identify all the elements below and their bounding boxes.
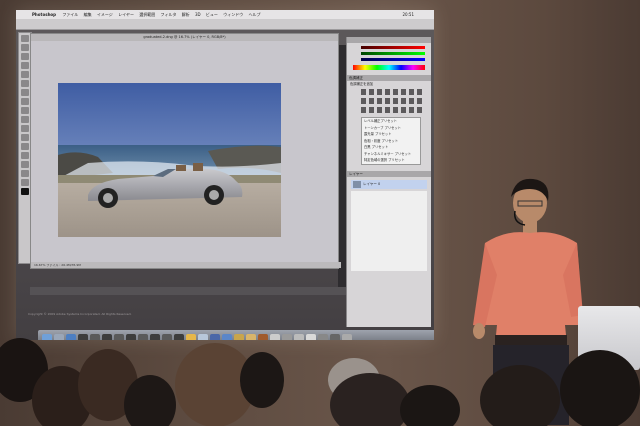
- menu-item: ヘルプ: [248, 12, 261, 17]
- layers-empty-area: [351, 190, 427, 271]
- menubar-clock: 20:51: [402, 12, 414, 17]
- blue-slider: [361, 58, 425, 61]
- zoom-tool-icon: [21, 179, 29, 186]
- audience: [0, 330, 640, 426]
- layer-thumbnail: [353, 180, 361, 188]
- adjustment-icons-row-1: [361, 89, 425, 95]
- copyright-text: Copyright © 2009 Adobe Systems Incorpora…: [28, 312, 132, 316]
- car-photo: [58, 83, 281, 237]
- document-window: graduated-2.dng @ 16.7% (レイヤー 0, RGB/8*): [30, 33, 341, 269]
- color-panel-title: [347, 37, 431, 43]
- wand-tool-icon: [21, 62, 29, 69]
- app-menu: Photoshop: [32, 12, 57, 17]
- color-swatch-icon: [21, 188, 29, 195]
- layer-row: レイヤー 0: [351, 179, 427, 189]
- red-slider: [361, 46, 425, 49]
- lasso-tool-icon: [21, 53, 29, 60]
- menu-item: 編集: [83, 12, 92, 17]
- move-tool-icon: [21, 35, 29, 42]
- dodge-tool-icon: [21, 125, 29, 132]
- marquee-tool-icon: [21, 44, 29, 51]
- document-status: 16.67% ファイル : 26.4M/35.9M: [31, 262, 341, 268]
- adjustment-icons-row-2: [361, 98, 425, 104]
- crop-tool-icon: [21, 71, 29, 78]
- layers-panel: レイヤー レイヤー 0: [347, 170, 431, 271]
- menu-item: フィルタ: [160, 12, 177, 17]
- layers-panel-title: レイヤー: [347, 170, 431, 177]
- menu-item: 3D: [195, 12, 201, 17]
- menu-item: ビュー: [205, 12, 218, 17]
- photo-scene: Photoshop ファイル 編集 イメージ レイヤー 選択範囲 フィルタ 解析…: [0, 0, 640, 426]
- menu-bar: Photoshop ファイル 編集 イメージ レイヤー 選択範囲 フィルタ 解析…: [16, 10, 434, 19]
- type-tool-icon: [21, 143, 29, 150]
- document-title: graduated-2.dng @ 16.7% (レイヤー 0, RGB/8*): [31, 34, 338, 41]
- eyedropper-tool-icon: [21, 80, 29, 87]
- history-strip: [30, 287, 364, 295]
- gradient-tool-icon: [21, 116, 29, 123]
- menu-item: イメージ: [96, 12, 113, 17]
- layer-name: レイヤー 0: [363, 181, 381, 186]
- brush-tool-icon: [21, 89, 29, 96]
- panels-dock: 色調補正 色調補正を追加 レベル補正プリセット トーンカーブ プリセット 露光量…: [346, 37, 431, 327]
- hand-tool-icon: [21, 170, 29, 177]
- projected-screen: Photoshop ファイル 編集 イメージ レイヤー 選択範囲 フィルタ 解析…: [16, 10, 434, 340]
- list-item: 特定色域の選択 プリセット: [364, 158, 405, 162]
- menu-item: ファイル: [62, 12, 79, 17]
- path-tool-icon: [21, 152, 29, 159]
- pen-tool-icon: [21, 134, 29, 141]
- menu-item: レイヤー: [118, 12, 134, 17]
- options-bar: [16, 19, 434, 30]
- eraser-tool-icon: [21, 107, 29, 114]
- green-slider: [361, 52, 425, 55]
- adjustment-icons-row-3: [361, 107, 425, 113]
- menu-item: 解析: [181, 12, 190, 17]
- background-window: [338, 45, 346, 295]
- canvas-area: [31, 41, 338, 262]
- stamp-tool-icon: [21, 98, 29, 105]
- shape-tool-icon: [21, 161, 29, 168]
- menu-item: ウィンドウ: [223, 12, 244, 17]
- color-spectrum: [353, 65, 425, 70]
- preset-list: レベル補正プリセット トーンカーブ プリセット 露光量 プリセット 色相・彩度 …: [361, 117, 421, 165]
- menu-item: 選択範囲: [139, 12, 156, 17]
- adjustments-subtitle: 色調補正を追加: [350, 82, 374, 86]
